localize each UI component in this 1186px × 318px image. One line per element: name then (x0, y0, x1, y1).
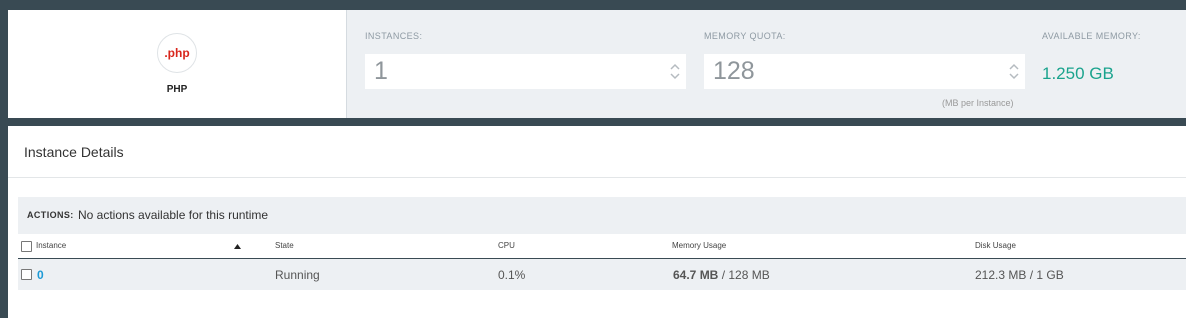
instance-disk: 212.3 MB / 1 GB (975, 268, 1064, 282)
select-all-checkbox[interactable] (21, 241, 32, 252)
memory-quota-input[interactable]: 128 (704, 54, 1025, 89)
actions-label: ACTIONS: (27, 210, 74, 220)
divider (8, 177, 1186, 178)
table-header: Instance State CPU Memory Usage Disk Usa… (18, 234, 1186, 259)
spinner-icon[interactable] (670, 63, 680, 80)
column-cpu[interactable]: CPU (498, 241, 515, 250)
row-checkbox[interactable] (21, 269, 32, 280)
memory-quota-value: 128 (713, 57, 755, 85)
memory-quota-label: MEMORY QUOTA: (704, 31, 786, 41)
column-disk-usage[interactable]: Disk Usage (975, 241, 1016, 250)
instances-label: INSTANCES: (365, 31, 423, 41)
spinner-icon[interactable] (1009, 63, 1019, 80)
column-state[interactable]: State (275, 241, 294, 250)
instances-value: 1 (374, 57, 388, 85)
actions-text: No actions available for this runtime (78, 208, 269, 222)
table-row[interactable]: 0 Running 0.1% 64.7 MB / 128 MB 212.3 MB… (18, 259, 1186, 290)
settings-area: INSTANCES: 1 MEMORY QUOTA: 128 (MB per I… (347, 10, 1186, 118)
memory-quota-hint: (MB per Instance) (942, 98, 1014, 108)
instance-memory: 64.7 MB / 128 MB (673, 268, 770, 282)
runtime-settings-panel: .php PHP INSTANCES: 1 MEMORY QUOTA: 128 … (8, 10, 1186, 118)
runtime-name: PHP (166, 84, 188, 95)
instance-cpu: 0.1% (498, 268, 526, 282)
memory-used: 64.7 MB (673, 268, 719, 282)
actions-bar: ACTIONS: No actions available for this r… (18, 197, 1186, 234)
php-logo-icon: .php (157, 33, 197, 73)
sort-up-icon[interactable] (234, 242, 241, 251)
runtime-card: .php PHP (8, 10, 347, 118)
memory-total: / 128 MB (718, 268, 770, 282)
available-memory-label: AVAILABLE MEMORY: (1042, 31, 1141, 41)
instances-input[interactable]: 1 (365, 54, 686, 89)
available-memory-value: 1.250 GB (1042, 64, 1114, 83)
column-memory-usage[interactable]: Memory Usage (672, 241, 726, 250)
instance-link[interactable]: 0 (37, 268, 44, 282)
instance-state: Running (275, 268, 320, 282)
instance-details-panel: Instance Details ACTIONS: No actions ava… (8, 126, 1186, 318)
column-instance[interactable]: Instance (36, 241, 66, 250)
section-title: Instance Details (24, 144, 124, 160)
